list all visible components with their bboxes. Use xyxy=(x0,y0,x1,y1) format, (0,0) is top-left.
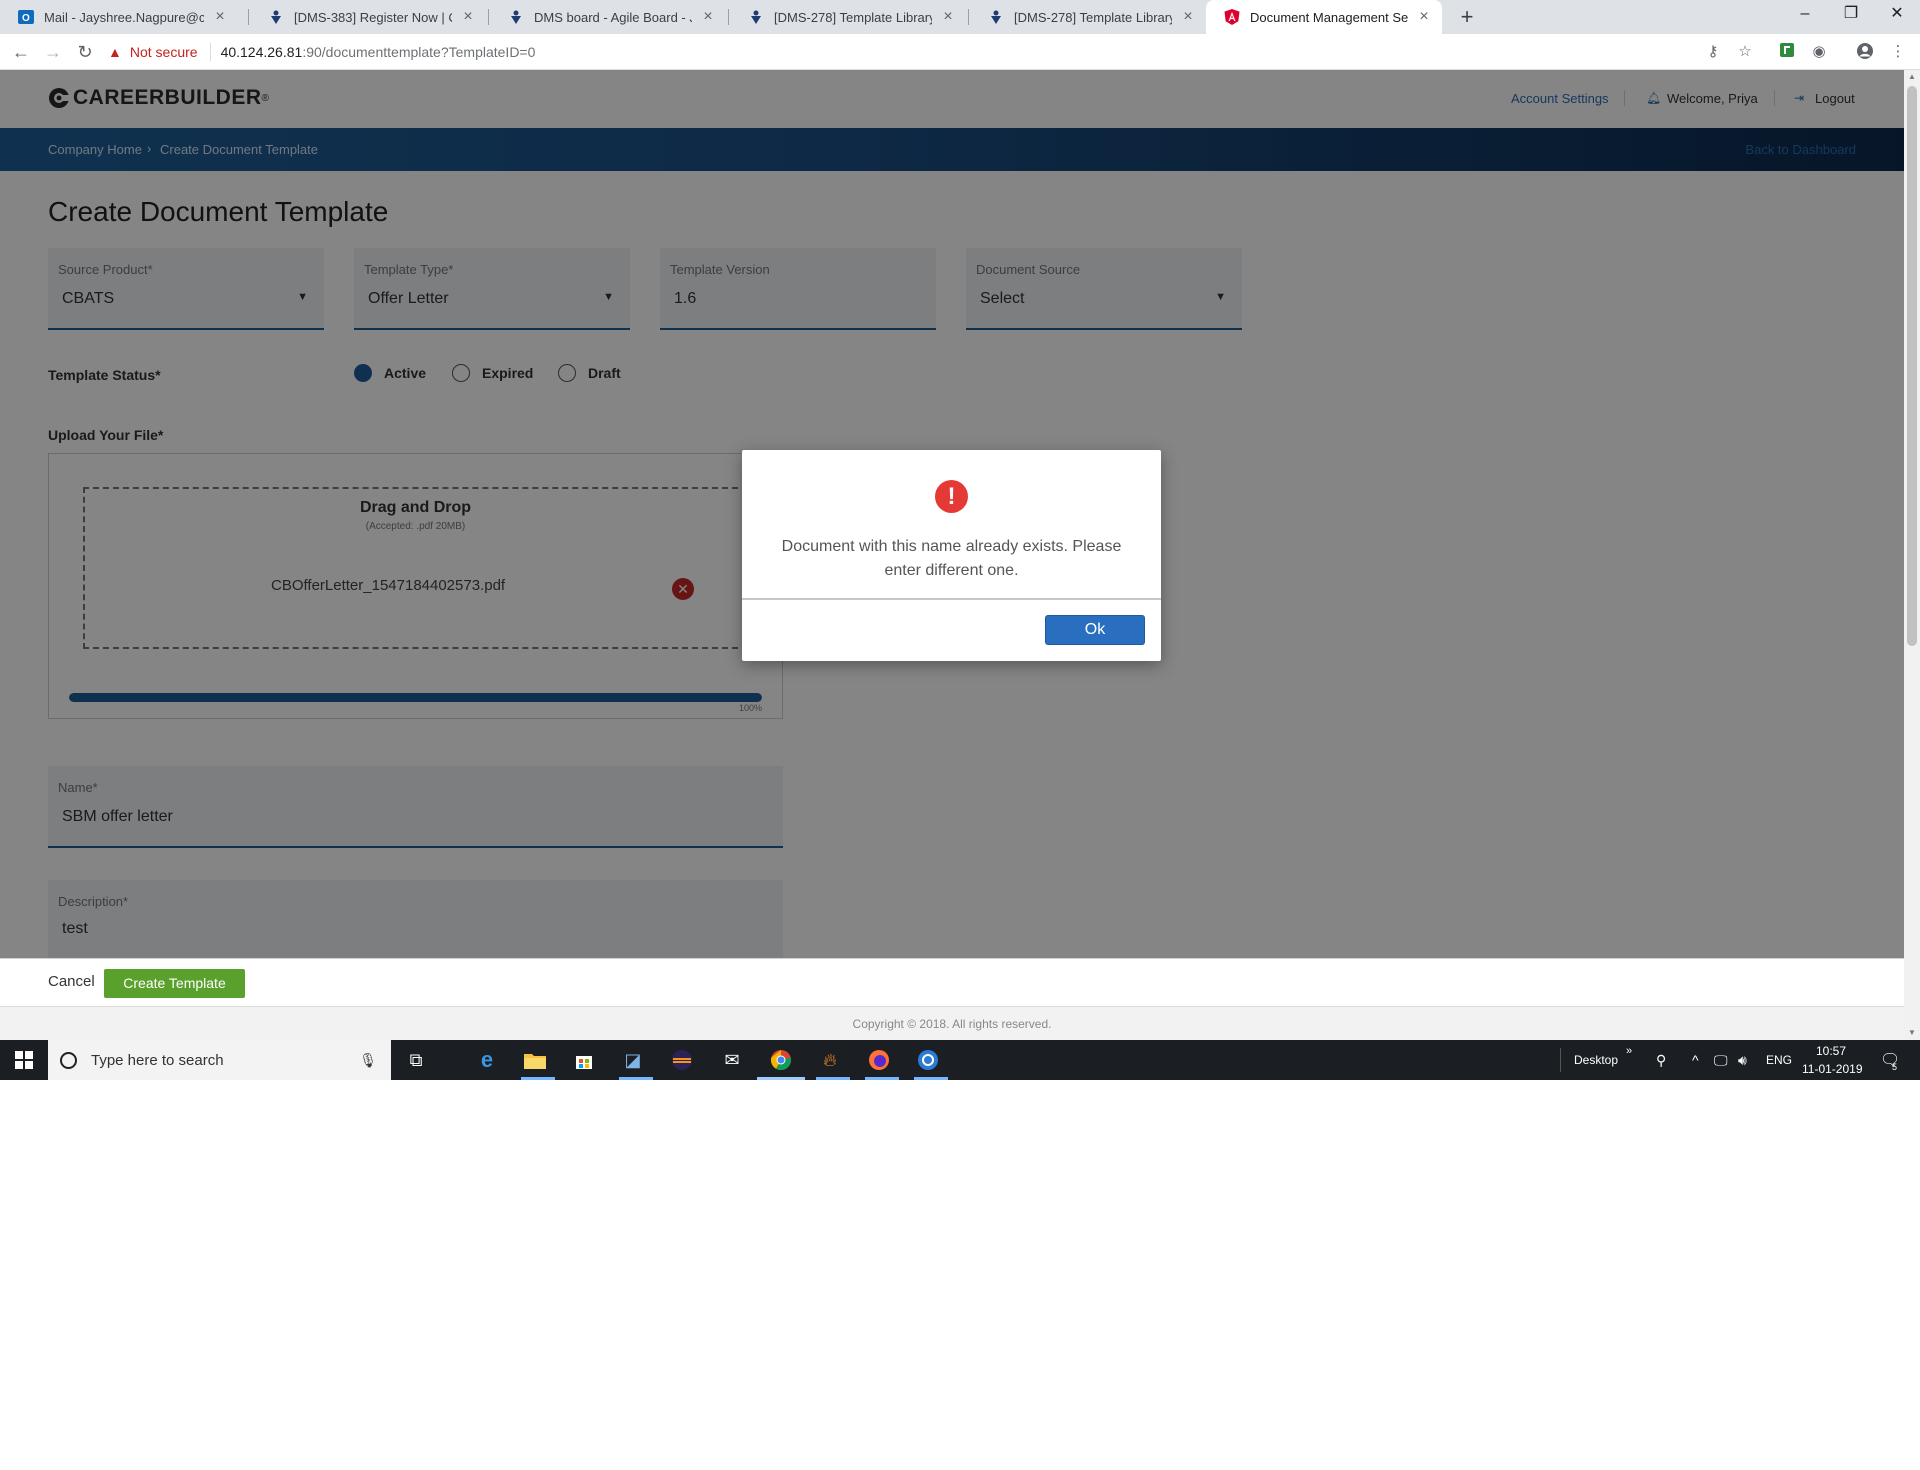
store-icon[interactable] xyxy=(570,1046,598,1074)
url-host: 40.124.26.81 xyxy=(220,44,303,60)
browser-tab-strip: O Mail - Jayshree.Nagpure@careerb × [DMS… xyxy=(0,0,1920,34)
cancel-link[interactable]: Cancel xyxy=(48,973,95,990)
browser-tab-active[interactable]: Document Management Service × xyxy=(1206,0,1442,34)
chrome-icon[interactable] xyxy=(767,1046,795,1074)
flame-app-icon[interactable]: 🔥︎ xyxy=(816,1046,844,1074)
svg-text:O: O xyxy=(22,13,30,24)
volume-icon[interactable]: 🔊︎ xyxy=(1738,1052,1747,1069)
page-scrollbar[interactable]: ▲ ▼ xyxy=(1904,70,1920,1040)
copyright-text: Copyright © 2018. All rights reserved. xyxy=(852,1017,1052,1031)
page-footer: Copyright © 2018. All rights reserved. xyxy=(0,1006,1904,1040)
forward-icon[interactable]: → xyxy=(40,39,66,65)
toolbar-expand-icon[interactable]: » xyxy=(1626,1045,1632,1057)
people-icon[interactable]: ⚲ xyxy=(1656,1052,1666,1069)
tab-title: [DMS-278] Template Library | Edi xyxy=(1014,9,1172,25)
network-icon[interactable]: 🖵︎ xyxy=(1714,1052,1728,1069)
microphone-icon[interactable]: 🎙︎ xyxy=(359,1052,377,1069)
tab-divider xyxy=(968,9,969,25)
tab-close-icon[interactable]: × xyxy=(700,9,716,25)
new-tab-button[interactable]: + xyxy=(1454,4,1480,30)
tray-divider xyxy=(1560,1048,1561,1072)
url-path: :90/documenttemplate?TemplateID=0 xyxy=(302,44,536,60)
edge-icon[interactable]: e xyxy=(473,1046,501,1074)
notification-center-icon[interactable]: 🗨︎ xyxy=(1880,1050,1900,1070)
scroll-down-icon[interactable]: ▼ xyxy=(1904,1026,1920,1040)
address-bar[interactable]: ▲ Not secure 40.124.26.81 :90/documentte… xyxy=(108,38,1758,66)
ok-button[interactable]: Ok xyxy=(1045,615,1145,645)
tab-close-icon[interactable]: × xyxy=(1180,9,1196,25)
tab-close-icon[interactable]: × xyxy=(212,9,228,25)
jira-icon xyxy=(748,9,764,25)
browser-tab[interactable]: [DMS-383] Register Now | Confir × xyxy=(250,0,486,34)
tab-title: Document Management Service xyxy=(1250,9,1408,25)
tab-close-icon[interactable]: × xyxy=(1416,9,1432,25)
windows-start-icon[interactable] xyxy=(0,1040,48,1080)
eclipse-icon[interactable] xyxy=(668,1046,696,1074)
notification-count: 5 xyxy=(1892,1062,1898,1072)
restore-icon[interactable]: ❐ xyxy=(1828,0,1874,30)
scroll-up-icon[interactable]: ▲ xyxy=(1904,70,1920,84)
running-indicator xyxy=(865,1077,899,1080)
tab-title: [DMS-278] Template Library | Edi xyxy=(774,9,932,25)
tab-close-icon[interactable]: × xyxy=(460,9,476,25)
tab-divider xyxy=(728,9,729,25)
running-indicator xyxy=(914,1077,948,1080)
firefox-icon[interactable] xyxy=(865,1046,893,1074)
desktop-toolbar-label[interactable]: Desktop xyxy=(1574,1053,1618,1067)
language-indicator[interactable]: ENG xyxy=(1766,1053,1792,1067)
jira-icon xyxy=(268,9,284,25)
mail-icon[interactable]: ✉ xyxy=(718,1046,746,1074)
chat-app-icon[interactable] xyxy=(914,1046,942,1074)
tab-close-icon[interactable]: × xyxy=(940,9,956,25)
clock-date[interactable]: 11-01-2019 xyxy=(1802,1062,1863,1076)
dialog-message: Document with this name already exists. … xyxy=(781,538,1122,579)
close-window-icon[interactable]: ✕ xyxy=(1874,0,1920,30)
reload-icon[interactable]: ↻ xyxy=(72,39,98,65)
notepad-icon[interactable]: ◪ xyxy=(619,1046,647,1074)
outlook-icon: O xyxy=(18,9,34,25)
browser-toolbar: ← → ↻ ▲ Not secure 40.124.26.81 :90/docu… xyxy=(0,34,1920,70)
tab-divider xyxy=(248,9,249,25)
minimize-icon[interactable]: – xyxy=(1782,0,1828,30)
error-dialog: ! Document with this name already exists… xyxy=(742,450,1161,661)
address-divider xyxy=(209,43,211,61)
error-exclamation-icon: ! xyxy=(935,480,968,513)
windows-taskbar: Type here to search 🎙︎ ⧉ e ◪ ✉ 🔥︎ Deskto… xyxy=(0,1040,1920,1080)
tab-title: [DMS-383] Register Now | Confir xyxy=(294,9,452,25)
cortana-icon xyxy=(60,1051,77,1069)
task-view-icon[interactable]: ⧉ xyxy=(402,1046,430,1074)
browser-tab[interactable]: DMS board - Agile Board - JIRA × xyxy=(490,0,726,34)
scroll-thumb[interactable] xyxy=(1907,86,1917,646)
jira-icon xyxy=(508,9,524,25)
menu-icon[interactable]: ⋮ xyxy=(1888,42,1908,62)
jira-icon xyxy=(988,9,1004,25)
warning-icon: ▲ xyxy=(108,44,122,60)
running-indicator xyxy=(816,1077,850,1080)
bookmark-star-icon[interactable]: ☆ xyxy=(1735,42,1755,62)
file-explorer-icon[interactable] xyxy=(521,1046,549,1074)
search-placeholder: Type here to search xyxy=(91,1051,224,1069)
tray-chevron-up-icon[interactable]: ^ xyxy=(1692,1052,1699,1068)
active-app-indicator xyxy=(757,1077,805,1080)
create-template-button[interactable]: Create Template xyxy=(104,969,245,998)
extension-icon[interactable] xyxy=(1777,42,1797,62)
browser-tab[interactable]: [DMS-278] Template Library | Edi × xyxy=(730,0,966,34)
browser-tab[interactable]: O Mail - Jayshree.Nagpure@careerb × xyxy=(0,0,238,34)
taskbar-search[interactable]: Type here to search 🎙︎ xyxy=(48,1040,391,1080)
back-icon[interactable]: ← xyxy=(8,39,34,65)
running-indicator xyxy=(619,1077,653,1080)
tab-title: Mail - Jayshree.Nagpure@careerb xyxy=(44,9,204,25)
dialog-divider xyxy=(742,598,1161,600)
angular-icon xyxy=(1224,9,1240,25)
profile-icon[interactable] xyxy=(1855,42,1875,62)
tab-divider xyxy=(488,9,489,25)
security-status[interactable]: Not secure xyxy=(130,44,198,60)
tab-title: DMS board - Agile Board - JIRA xyxy=(534,9,692,25)
running-indicator xyxy=(521,1077,555,1080)
form-actions-bar: Cancel Create Template xyxy=(0,958,1904,1006)
clock-time[interactable]: 10:57 xyxy=(1816,1044,1846,1058)
camera-icon[interactable]: ◉ xyxy=(1809,42,1829,62)
key-icon[interactable]: ⚷ xyxy=(1703,42,1723,62)
browser-tab[interactable]: [DMS-278] Template Library | Edi × xyxy=(970,0,1206,34)
